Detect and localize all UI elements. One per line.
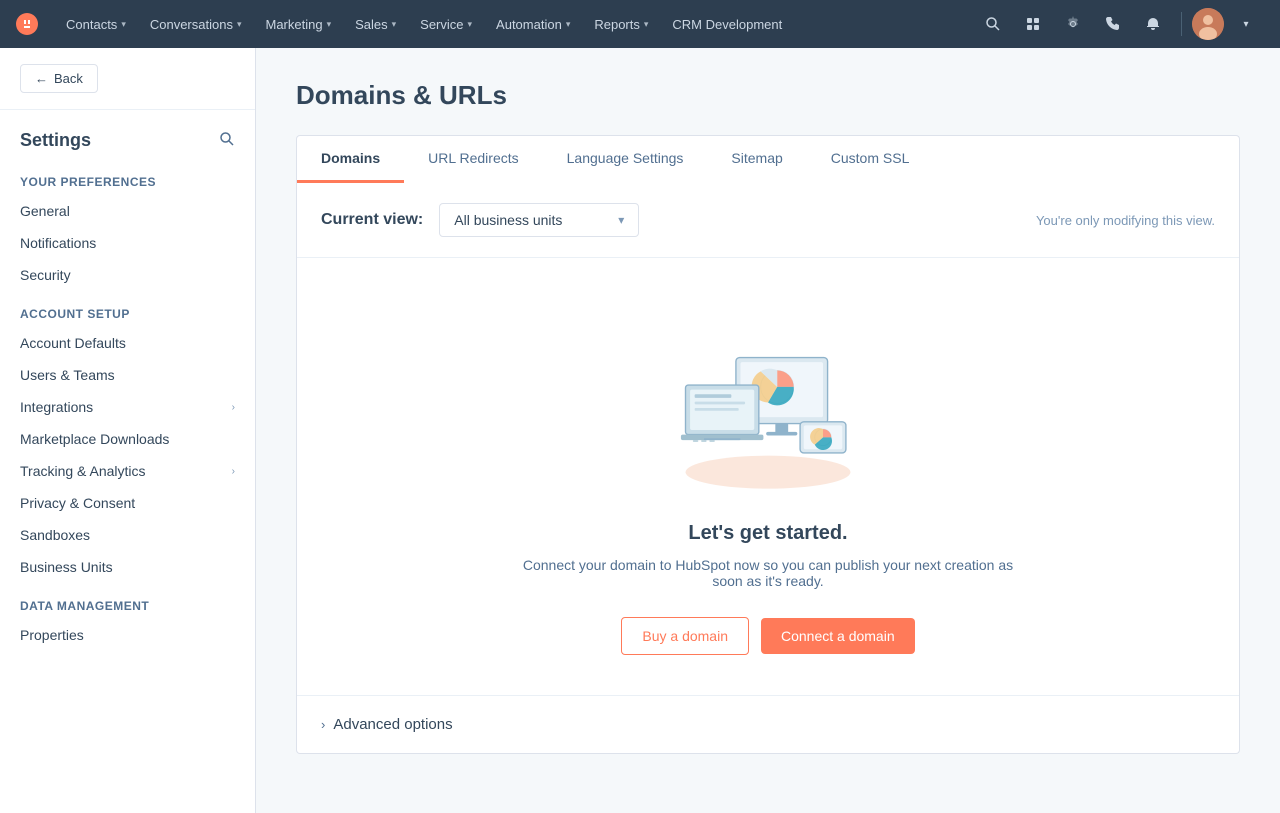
settings-icon-btn[interactable] bbox=[1055, 6, 1091, 42]
notifications-icon-btn[interactable] bbox=[1135, 6, 1171, 42]
sidebar-item-users-teams[interactable]: Users & Teams bbox=[0, 359, 255, 391]
main-content: Domains & URLs Domains URL Redirects Lan… bbox=[256, 48, 1280, 813]
sidebar-item-privacy[interactable]: Privacy & Consent bbox=[0, 487, 255, 519]
dropdown-arrow-icon: ▾ bbox=[618, 213, 624, 227]
tabs-container: Domains URL Redirects Language Settings … bbox=[296, 135, 1240, 183]
sidebar-search-icon[interactable] bbox=[219, 131, 235, 151]
chevron-down-icon: ▾ bbox=[392, 19, 397, 30]
sidebar-back-section: ← Back bbox=[0, 48, 255, 110]
tab-url-redirects[interactable]: URL Redirects bbox=[404, 136, 543, 183]
advanced-options-label: Advanced options bbox=[333, 716, 452, 733]
calling-icon-btn[interactable] bbox=[1095, 6, 1131, 42]
current-view-left: Current view: All business units ▾ bbox=[321, 203, 639, 237]
current-view-bar: Current view: All business units ▾ You'r… bbox=[297, 183, 1239, 258]
chevron-down-icon: ▾ bbox=[121, 19, 126, 30]
business-units-dropdown[interactable]: All business units ▾ bbox=[439, 203, 639, 237]
section-label-account-setup: Account Setup bbox=[0, 291, 255, 327]
content-area: Current view: All business units ▾ You'r… bbox=[296, 183, 1240, 754]
nav-automation[interactable]: Automation ▾ bbox=[484, 0, 582, 48]
empty-state-title: Let's get started. bbox=[688, 522, 847, 545]
nav-contacts[interactable]: Contacts ▾ bbox=[54, 0, 138, 48]
section-label-preferences: Your Preferences bbox=[0, 159, 255, 195]
search-icon-btn[interactable] bbox=[975, 6, 1011, 42]
chevron-down-icon: ▾ bbox=[644, 19, 649, 30]
sidebar-header: Settings bbox=[0, 110, 255, 159]
nav-divider bbox=[1181, 12, 1182, 36]
tab-sitemap[interactable]: Sitemap bbox=[707, 136, 806, 183]
empty-state-description: Connect your domain to HubSpot now so yo… bbox=[508, 557, 1028, 589]
nav-conversations[interactable]: Conversations ▾ bbox=[138, 0, 254, 48]
sidebar-item-sandboxes[interactable]: Sandboxes bbox=[0, 519, 255, 551]
tab-domains[interactable]: Domains bbox=[297, 136, 404, 183]
advanced-options-chevron-icon: › bbox=[321, 717, 325, 732]
advanced-options-section[interactable]: › Advanced options bbox=[297, 695, 1239, 753]
connect-domain-button[interactable]: Connect a domain bbox=[761, 618, 915, 654]
current-view-note: You're only modifying this view. bbox=[1036, 213, 1215, 228]
sidebar: ← Back Settings Your Preferences General… bbox=[0, 48, 256, 813]
empty-state-illustration bbox=[658, 318, 878, 498]
avatar[interactable] bbox=[1192, 8, 1224, 40]
hubspot-logo[interactable] bbox=[16, 13, 38, 35]
nav-reports[interactable]: Reports ▾ bbox=[582, 0, 660, 48]
empty-state-actions: Buy a domain Connect a domain bbox=[621, 617, 914, 655]
chevron-down-icon: ▾ bbox=[566, 19, 571, 30]
empty-state: Let's get started. Connect your domain t… bbox=[297, 258, 1239, 695]
buy-domain-button[interactable]: Buy a domain bbox=[621, 617, 749, 655]
sidebar-item-integrations[interactable]: Integrations › bbox=[0, 391, 255, 423]
current-view-label: Current view: bbox=[321, 211, 423, 229]
chevron-down-icon: ▾ bbox=[237, 19, 242, 30]
nav-marketing[interactable]: Marketing ▾ bbox=[253, 0, 343, 48]
sidebar-item-business-units[interactable]: Business Units bbox=[0, 551, 255, 583]
sidebar-item-tracking[interactable]: Tracking & Analytics › bbox=[0, 455, 255, 487]
chevron-down-icon: ▾ bbox=[468, 19, 473, 30]
tab-custom-ssl[interactable]: Custom SSL bbox=[807, 136, 934, 183]
nav-crm-development[interactable]: CRM Development bbox=[660, 0, 794, 48]
sidebar-item-general[interactable]: General bbox=[0, 195, 255, 227]
sidebar-item-properties[interactable]: Properties bbox=[0, 619, 255, 651]
tab-language-settings[interactable]: Language Settings bbox=[543, 136, 708, 183]
sidebar-item-security[interactable]: Security bbox=[0, 259, 255, 291]
chevron-right-icon: › bbox=[232, 402, 235, 413]
nav-service[interactable]: Service ▾ bbox=[408, 0, 484, 48]
top-navigation: Contacts ▾ Conversations ▾ Marketing ▾ S… bbox=[0, 0, 1280, 48]
back-button[interactable]: ← Back bbox=[20, 64, 98, 93]
nav-items: Contacts ▾ Conversations ▾ Marketing ▾ S… bbox=[54, 0, 975, 48]
sidebar-item-marketplace[interactable]: Marketplace Downloads bbox=[0, 423, 255, 455]
avatar-chevron-icon[interactable]: ▾ bbox=[1228, 6, 1264, 42]
marketplace-icon-btn[interactable] bbox=[1015, 6, 1051, 42]
page-layout: ← Back Settings Your Preferences General… bbox=[0, 48, 1280, 813]
nav-right-actions: ▾ bbox=[975, 6, 1264, 42]
chevron-down-icon: ▾ bbox=[327, 19, 332, 30]
sidebar-title: Settings bbox=[20, 130, 91, 151]
chevron-right-icon: › bbox=[232, 466, 235, 477]
nav-sales[interactable]: Sales ▾ bbox=[343, 0, 408, 48]
page-title: Domains & URLs bbox=[296, 80, 1240, 111]
sidebar-item-notifications[interactable]: Notifications bbox=[0, 227, 255, 259]
back-arrow-icon: ← bbox=[35, 71, 48, 86]
sidebar-item-account-defaults[interactable]: Account Defaults bbox=[0, 327, 255, 359]
section-label-data-management: Data Management bbox=[0, 583, 255, 619]
